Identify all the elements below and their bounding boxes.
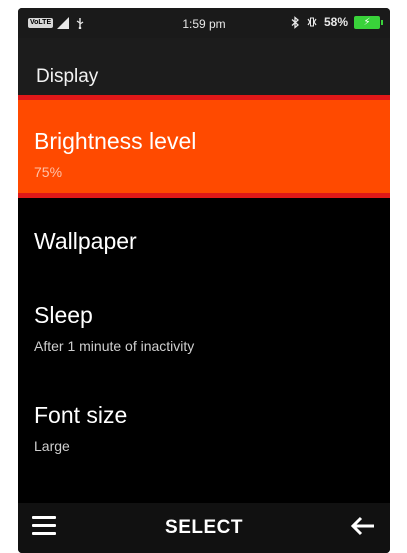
- vibrate-icon: [307, 17, 317, 27]
- menu-item-label: Wallpaper: [34, 228, 137, 254]
- menu-item-font-size[interactable]: Font size Large: [18, 388, 390, 468]
- bluetooth-icon: [291, 15, 299, 29]
- menu-item-value: After 1 minute of inactivity: [34, 338, 195, 354]
- menu-item-label: Font size: [34, 402, 128, 428]
- menu-item-wallpaper[interactable]: Wallpaper: [18, 208, 390, 278]
- charging-bolt-icon: ⚡: [363, 16, 371, 28]
- select-softkey[interactable]: SELECT: [18, 517, 390, 539]
- selection-highlight-frame: [18, 95, 390, 198]
- page-title: Display: [36, 66, 99, 87]
- menu-item-sleep[interactable]: Sleep After 1 minute of inactivity: [18, 290, 390, 370]
- menu-item-value: Large: [34, 438, 70, 454]
- battery-icon: ⚡: [354, 15, 383, 29]
- menu-item-label: Sleep: [34, 302, 93, 328]
- status-bar: VoLTE 1:59 pm 58% ⚡: [18, 8, 390, 38]
- battery-percent: 58%: [323, 15, 348, 29]
- phone-screen: VoLTE 1:59 pm 58% ⚡ Display Brightness l…: [18, 8, 390, 553]
- screen-header: Display: [18, 38, 390, 98]
- softkey-bar: SELECT: [18, 503, 390, 553]
- status-right: 58% ⚡: [291, 15, 383, 29]
- back-arrow-icon[interactable]: [350, 515, 376, 537]
